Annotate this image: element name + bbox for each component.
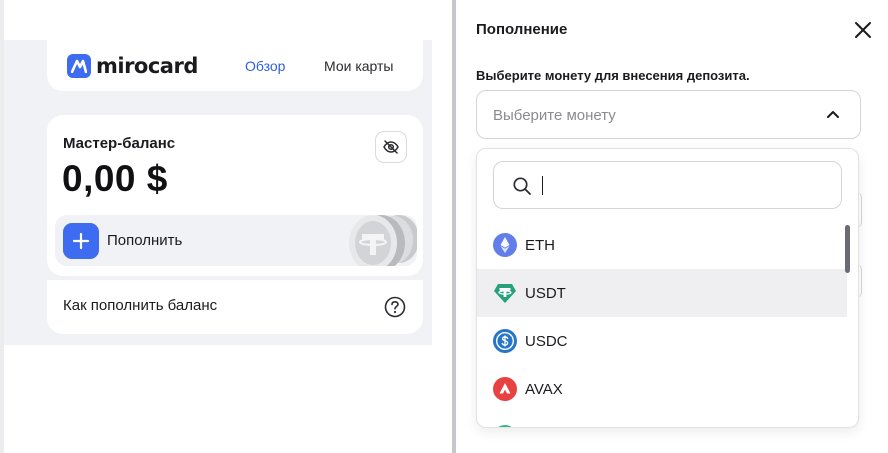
- topup-button[interactable]: Пополнить: [55, 215, 417, 266]
- usdc-icon: [493, 329, 517, 353]
- top-navigation: mirocard Обзор Мои карты: [47, 40, 423, 91]
- balance-title: Мастер-баланс: [63, 135, 176, 152]
- coin-search-input[interactable]: [538, 172, 828, 198]
- how-to-topup-row[interactable]: Как пополнить баланс: [47, 280, 423, 334]
- coin-option-eth[interactable]: ETH: [477, 221, 847, 269]
- coin-label: USDC: [525, 333, 568, 350]
- nav-overview-link[interactable]: Обзор: [245, 58, 285, 74]
- coin-select[interactable]: Выберите монету: [476, 90, 861, 139]
- coin-option-usdt[interactable]: USDT: [477, 269, 847, 317]
- coins-illustration-icon: [349, 215, 417, 266]
- coin-option-usdc[interactable]: USDC: [477, 317, 847, 365]
- avax-icon: [493, 377, 517, 401]
- topup-label: Пополнить: [107, 232, 183, 249]
- close-icon[interactable]: [852, 19, 874, 41]
- hide-balance-button[interactable]: [375, 131, 407, 163]
- coin-select-placeholder: Выберите монету: [493, 107, 616, 124]
- coin-label: AVAX: [525, 381, 563, 398]
- coin-label: ETH: [525, 237, 555, 254]
- brand-name: mirocard: [96, 53, 198, 78]
- gutter: [432, 0, 452, 453]
- help-icon: [384, 296, 406, 318]
- coin-option-avax[interactable]: AVAX: [477, 365, 847, 413]
- nav-my-cards-link[interactable]: Мои карты: [324, 58, 394, 74]
- how-to-topup-label: Как пополнить баланс: [63, 297, 218, 314]
- balance-amount: 0,00 $: [62, 158, 168, 199]
- coin-icon: [498, 425, 512, 427]
- mirocard-logo-icon: [67, 53, 91, 78]
- coin-option-partial[interactable]: [477, 413, 847, 427]
- search-icon: [513, 177, 531, 195]
- coin-select-label: Выберите монету для внесения депозита.: [476, 68, 750, 83]
- chevron-up-icon: [827, 111, 839, 118]
- master-balance-card: Мастер-баланс 0,00 $ Пополнить: [47, 115, 423, 276]
- eth-icon: [493, 233, 517, 257]
- scrollbar-thumb[interactable]: [845, 225, 850, 273]
- usdt-icon: [494, 284, 516, 303]
- coin-dropdown-list[interactable]: ETH USDT USDC AVAX: [476, 148, 859, 428]
- coin-label: USDT: [525, 285, 566, 302]
- plus-icon: [63, 223, 99, 259]
- brand-logo[interactable]: mirocard: [67, 53, 198, 78]
- dashboard-background: mirocard Обзор Мои карты Мастер-баланс 0…: [0, 0, 456, 453]
- coin-search-box[interactable]: [493, 161, 842, 209]
- topup-drawer: Пополнение Выберите монету для внесения …: [456, 0, 888, 453]
- drawer-title: Пополнение: [476, 21, 568, 38]
- eye-off-icon: [383, 140, 399, 154]
